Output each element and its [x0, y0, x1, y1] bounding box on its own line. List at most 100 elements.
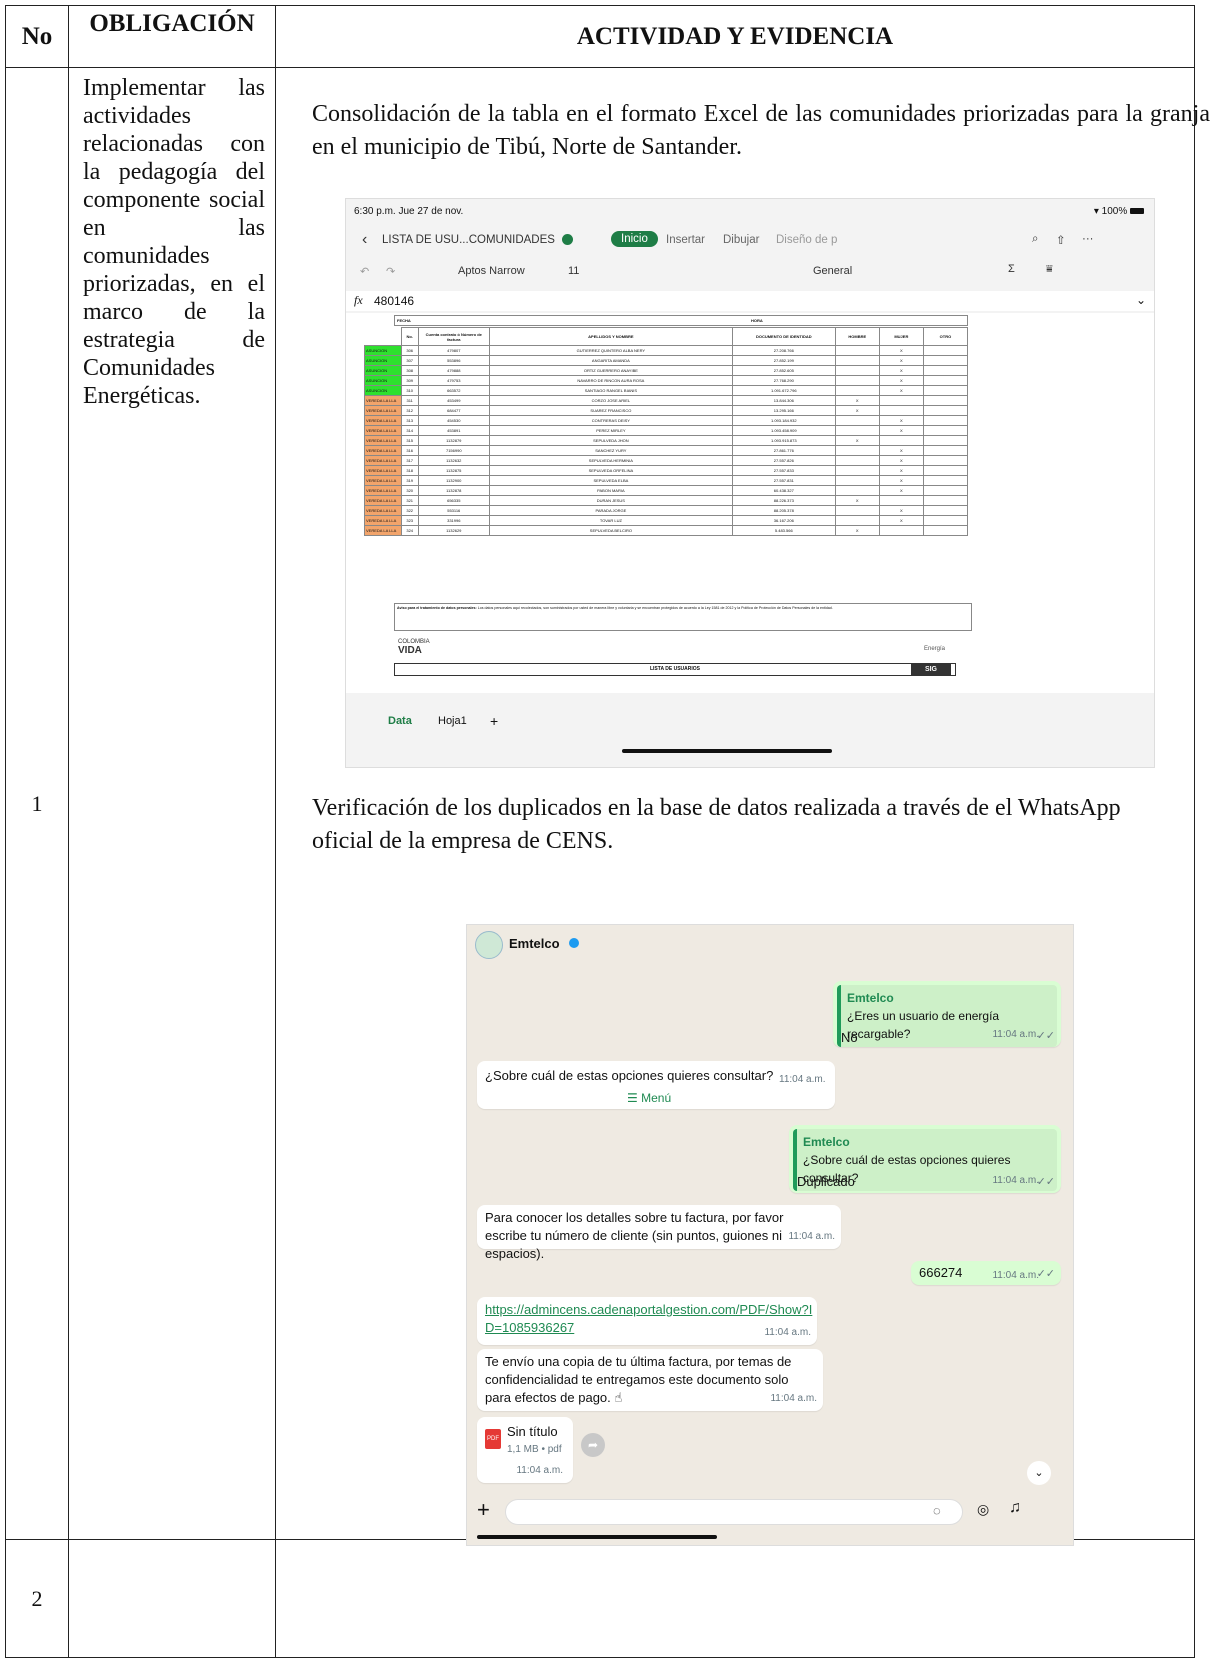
whatsapp-screenshot: Emtelco Emtelco ¿Eres un usuario de ener…: [466, 924, 1074, 1546]
number-format[interactable]: General: [813, 265, 852, 277]
file-name: Sin título: [507, 1424, 558, 1439]
menu-dibujar[interactable]: Dibujar: [723, 234, 759, 246]
message-in-file[interactable]: PDF Sin título 1,1 MB • pdf 11:04 a.m.: [477, 1417, 573, 1483]
message-input[interactable]: [505, 1499, 963, 1525]
cell-group: VEREDA LA LLA: [364, 445, 402, 456]
cell-group: VEREDA LA LLA: [364, 405, 402, 416]
excel-row[interactable]: VEREDA LA LLA 318 1132875 SEPULVEDA ORFELIN…: [364, 465, 969, 476]
formula-bar[interactable]: fx 480146 ⌄: [346, 291, 1154, 311]
col-otro: OTRO: [922, 327, 969, 346]
message-out-3[interactable]: 666274 11:04 a.m. ✓✓: [911, 1261, 1061, 1285]
chevron-down-icon[interactable]: ⌄: [1136, 293, 1146, 307]
cell-nombre: SEPULVEDA BELCIRO: [488, 525, 733, 536]
microphone-icon[interactable]: ♫: [1009, 1499, 1021, 1517]
message-in-2[interactable]: Para conocer los detalles sobre tu factu…: [477, 1205, 841, 1261]
message-out-2[interactable]: Emtelco ¿Sobre cuál de estas opciones qu…: [789, 1125, 1061, 1193]
cell-nombre: ANGARITA AMANDA: [488, 355, 733, 366]
excel-row[interactable]: VEREDA LA LLA 319 1132900 SEPULVEDA ELBA 27.…: [364, 475, 969, 486]
cell-nombre: TOVAR LUZ: [488, 515, 733, 526]
back-icon[interactable]: ‹: [362, 231, 367, 249]
cell-otro: [922, 385, 969, 396]
excel-row[interactable]: VEREDA LA LLA 314 453891 PEREZ MIRLEY 1.093.…: [364, 425, 969, 436]
excel-row[interactable]: VEREDA LA LLA 317 1132632 SEPULVEDA HERMINI…: [364, 455, 969, 466]
cell-nombre: GUTIERREZ QUINTERO ALBA NERY: [488, 345, 733, 356]
excel-row[interactable]: VEREDA LA LLA 313 454530 CONTRERAS DEISY 1.0…: [364, 415, 969, 426]
excel-row[interactable]: VEREDA LA LLA 323 331996 TOVAR LUZ 36.167.20…: [364, 515, 969, 526]
cell-hombre: [834, 515, 880, 526]
cell-mujer: X: [878, 485, 924, 496]
tab-hoja1[interactable]: Hoja1: [438, 715, 467, 727]
more-icon[interactable]: ···: [1082, 233, 1094, 245]
chat-header: Emtelco: [467, 925, 1073, 961]
cell-documento: 13.844.306: [731, 395, 836, 406]
cell-no: 309: [400, 375, 419, 386]
undo-icon[interactable]: ↶: [360, 265, 369, 278]
attach-plus-icon[interactable]: +: [477, 1497, 490, 1523]
fecha-label: FECHA: [397, 318, 411, 323]
excel-row[interactable]: VEREDA LA LLA 316 7156990 SANCHEZ YURY 27.86…: [364, 445, 969, 456]
cell-otro: [922, 475, 969, 486]
font-size[interactable]: 11: [568, 265, 579, 277]
message-text: ¿Sobre cuál de estas opciones quieres co…: [485, 1068, 774, 1083]
cell-no: 315: [400, 435, 419, 446]
file-title[interactable]: LISTA DE USU...COMUNIDADES: [382, 234, 555, 246]
forward-icon[interactable]: ➦: [581, 1433, 605, 1457]
add-sheet-button[interactable]: +: [490, 713, 498, 729]
hora-label: HORA: [751, 318, 763, 323]
filter-icon[interactable]: ⩸: [1046, 263, 1053, 276]
footer-title-text: LISTA DE USUARIOS: [649, 666, 700, 672]
message-text: Para conocer los detalles sobre tu factu…: [485, 1210, 784, 1261]
cell-documento: 60.438.327: [731, 485, 836, 496]
search-icon[interactable]: ⌕: [1032, 233, 1038, 246]
header-obligacion: OBLIGACIÓN: [68, 5, 276, 68]
cell-no: 319: [400, 475, 419, 486]
excel-row[interactable]: VEREDA LA LLA 322 553116 PARADA JORGE 88.205…: [364, 505, 969, 516]
cell-cuenta: 1132875: [417, 465, 490, 476]
excel-row[interactable]: VEREDA LA LLA 321 656335 DURAN JESUS 88.226.…: [364, 495, 969, 506]
message-in-link[interactable]: https://admincens.cadenaportalgestion.co…: [477, 1297, 817, 1345]
message-text: No: [841, 1030, 858, 1045]
contact-name[interactable]: Emtelco: [509, 936, 560, 951]
sticker-icon[interactable]: ◌: [933, 1503, 941, 1518]
formula-value[interactable]: 480146: [374, 294, 414, 308]
excel-row[interactable]: ASUNCION 308 479888 ORTIZ GUERRERO ANAYIBE 2…: [364, 365, 969, 376]
wifi-icon: ▾: [1093, 206, 1099, 217]
excel-row[interactable]: ASUNCION 307 553896 ANGARITA AMANDA 27.852.1…: [364, 355, 969, 366]
cell-mujer: [878, 495, 924, 506]
message-in-1[interactable]: ¿Sobre cuál de estas opciones quieres co…: [477, 1061, 835, 1109]
menu-button[interactable]: ☰ Menú: [627, 1089, 671, 1107]
excel-row[interactable]: ASUNCION 309 479753 NAVARRO DE RINCON AURA …: [364, 375, 969, 386]
cell-mujer: X: [878, 515, 924, 526]
menu-inicio[interactable]: Inicio: [611, 231, 658, 247]
composer-bar: + ◌ ◎ ♫: [467, 1495, 1073, 1529]
spreadsheet-grid[interactable]: FECHA HORA No. Cuenta contrato ó Número …: [346, 313, 1154, 693]
excel-row[interactable]: VEREDA LA LLA 324 1132629 SEPULVEDA BELCIRO…: [364, 525, 969, 536]
scroll-down-icon[interactable]: ⌄: [1027, 1461, 1051, 1485]
excel-row[interactable]: ASUNCION 310 663572 SANTIAGO RANGEL BIANIS 1…: [364, 385, 969, 396]
cell-no: 307: [400, 355, 419, 366]
avatar[interactable]: [475, 931, 503, 959]
excel-row[interactable]: VEREDA LA LLA 312 684477 SUAREZ FRANCISCO 13…: [364, 405, 969, 416]
tab-data[interactable]: Data: [388, 715, 412, 727]
share-icon[interactable]: ⇧: [1056, 233, 1066, 247]
cell-no: 324: [400, 525, 419, 536]
message-time: 11:04 a.m.: [779, 1074, 826, 1085]
redo-icon[interactable]: ↷: [386, 265, 395, 278]
excel-row[interactable]: VEREDA LA LLA 311 453499 CORZO JOSE ARIEL 13…: [364, 395, 969, 406]
menu-diseno[interactable]: Diseño de p: [776, 234, 837, 246]
cell-group: ASUNCION: [364, 365, 402, 376]
font-name[interactable]: Aptos Narrow: [458, 265, 525, 277]
cell-otro: [922, 505, 969, 516]
message-out-1[interactable]: Emtelco ¿Eres un usuario de energía reca…: [833, 981, 1061, 1047]
cell-cuenta: 479888: [417, 365, 490, 376]
menu-insertar[interactable]: Insertar: [666, 234, 705, 246]
sum-icon[interactable]: Σ: [1008, 263, 1015, 275]
quote-author: Emtelco: [847, 991, 894, 1005]
cell-otro: [922, 455, 969, 466]
excel-row[interactable]: VEREDA LA LLA 315 1132879 SEPULVEDA JHON 1.0…: [364, 435, 969, 446]
excel-row[interactable]: ASUNCION 306 479807 GUTIERREZ QUINTERO ALBA…: [364, 345, 969, 356]
cell-no: 308: [400, 365, 419, 376]
message-in-3[interactable]: Te envío una copia de tu última factura,…: [477, 1349, 823, 1411]
camera-icon[interactable]: ◎: [977, 1501, 989, 1518]
excel-row[interactable]: VEREDA LA LLA 320 1132878 PABON MARIA 60.438…: [364, 485, 969, 496]
